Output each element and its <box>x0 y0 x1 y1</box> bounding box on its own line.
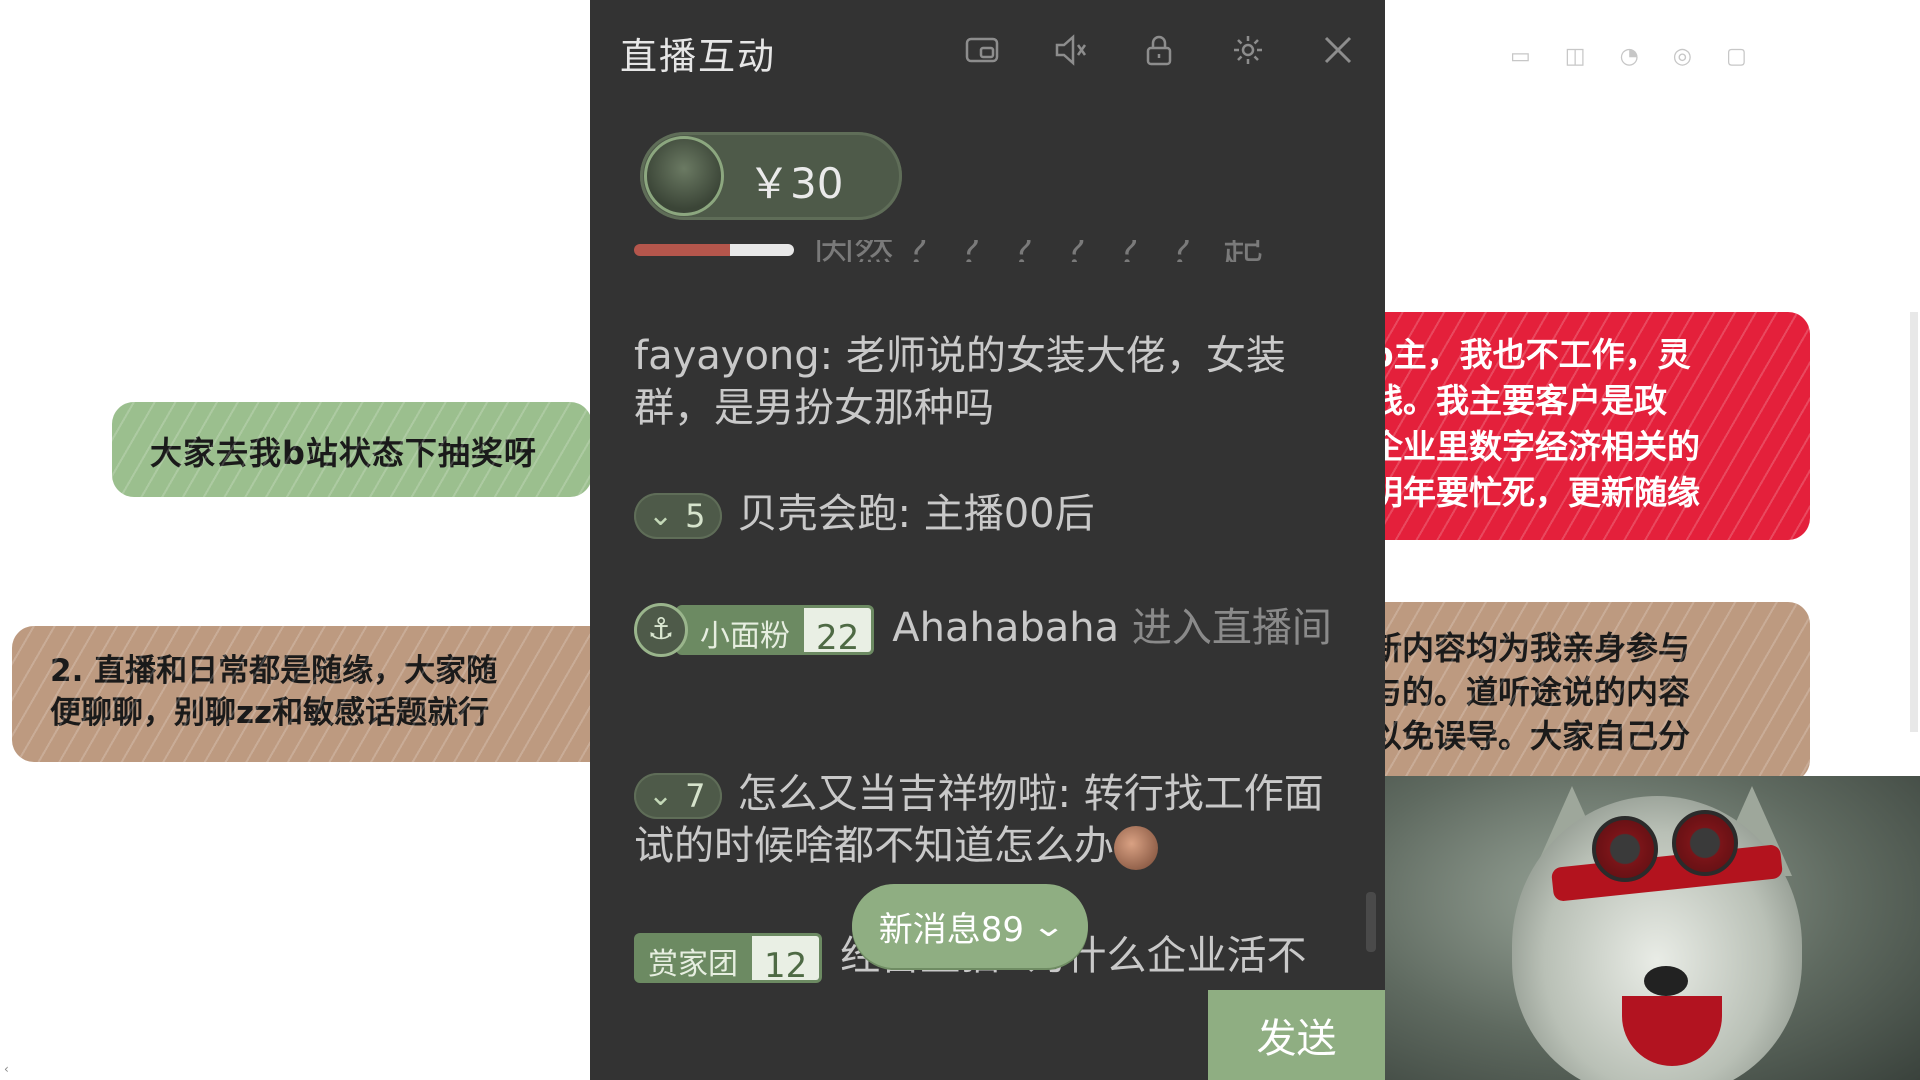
gear-icon[interactable] <box>1228 30 1268 70</box>
chat-username[interactable]: 贝壳会跑 <box>738 491 898 537</box>
chat-username[interactable]: fayayong <box>634 333 820 379</box>
close-icon[interactable] <box>1318 30 1358 70</box>
note-about: p主，我也不工作，灵 线。我主要客户是政 企业里数字经济相关的 明年要忙死，更新… <box>1360 312 1810 540</box>
note-giveaway-text: 大家去我b站状态下抽奖呀 <box>150 434 537 472</box>
note-giveaway: 大家去我b站状态下抽奖呀 <box>112 402 592 497</box>
new-messages-label: 新消息89 <box>878 909 1025 950</box>
chat-message: ⌄ 5 贝壳会跑: 主播00后 <box>634 488 1334 540</box>
pip-icon[interactable] <box>962 30 1002 70</box>
note-chat-rules: 2. 直播和日常都是随缘，大家随 便聊聊，别聊zz和敏感话题就行 <box>12 626 612 762</box>
chevron-down-icon: ⌄ <box>648 498 674 533</box>
note-disclaimer: 新内容均为我亲身参与 与的。道听途说的内容 以免误导。大家自己分 <box>1360 602 1810 782</box>
note-disclaimer-text: 新内容均为我亲身参与 与的。道听途说的内容 以免误导。大家自己分 <box>1370 629 1691 755</box>
user-icon: ◔ <box>1619 44 1639 69</box>
fan-medal-level: 22 <box>804 605 875 658</box>
faint-toolbar: ▭ ◫ ◔ ◎ ▢ <box>1510 44 1747 74</box>
gift-banner[interactable]: ￥30 <box>640 132 902 220</box>
chat-username[interactable]: Ahahabaha <box>892 605 1119 651</box>
minimize-icon: ▭ <box>1510 44 1531 69</box>
fan-medal-name: 赏家团 <box>634 933 752 983</box>
level-number: 5 <box>685 497 706 535</box>
chat-scrollbar[interactable] <box>1366 892 1376 952</box>
mask-nose <box>1644 966 1688 996</box>
chat-username[interactable]: 怎么又当吉祥物啦 <box>738 771 1058 817</box>
panel-title: 直播互动 <box>620 35 776 78</box>
note-about-text: p主，我也不工作，灵 线。我主要客户是政 企业里数字经济相关的 明年要忙死，更新… <box>1370 335 1700 512</box>
note-chat-rules-text: 2. 直播和日常都是随缘，大家随 便聊聊，别聊zz和敏感话题就行 <box>50 653 498 731</box>
webcam-overlay <box>1382 776 1920 1080</box>
mute-icon[interactable] <box>1051 30 1091 70</box>
anchor-icon: ⚓ <box>634 603 688 657</box>
level-badge: ⌄ 7 <box>634 773 722 819</box>
goggle-lens <box>1672 810 1738 876</box>
chat-separator: : <box>897 491 924 537</box>
chat-separator: : <box>1057 771 1084 817</box>
fan-medal-name: 小面粉 <box>676 605 804 655</box>
clipped-message-text: 因然 ？ ？ ？ ？ ？ ？ 起 已 无 吃 的 <box>814 240 1314 262</box>
emoji-icon <box>1114 826 1158 870</box>
settings-icon: ◎ <box>1672 44 1692 69</box>
chat-message: fayayong: 老师说的女装大佬，女装群，是男扮女那种吗 <box>634 330 1334 434</box>
medal-badge <box>634 244 794 256</box>
chat-separator: : <box>819 333 846 379</box>
live-interaction-panel: 直播互动 ￥30 因然 ？ ？ ？ ？ ？ ？ 起 已 无 吃 的 fayayo… <box>590 0 1385 1080</box>
avatar <box>644 136 724 216</box>
window-icon: ◫ <box>1564 44 1586 69</box>
clipped-message: 因然 ？ ？ ？ ？ ？ ？ 起 已 无 吃 的 <box>634 240 1314 262</box>
chevron-down-icon: ⌄ <box>648 778 674 813</box>
left-arrow-icon: ‹ <box>4 1062 9 1076</box>
chat-text: 进入直播间 <box>1131 605 1332 651</box>
chat-message: ⚓ 小面粉 22 Ahahabaha 进入直播间 <box>634 602 1334 658</box>
pin-icon: ▢ <box>1726 44 1747 69</box>
fan-medal: 赏家团 12 <box>634 933 823 986</box>
gift-amount: ￥30 <box>748 159 844 208</box>
fan-medal-level: 12 <box>752 933 823 986</box>
level-number: 7 <box>685 777 706 815</box>
level-badge: ⌄ 5 <box>634 493 722 539</box>
goggle-lens <box>1592 816 1658 882</box>
new-messages-button[interactable]: 新消息89 ⌄ <box>852 884 1088 968</box>
fan-medal: ⚓ 小面粉 22 <box>634 603 875 658</box>
lock-icon[interactable] <box>1139 30 1179 70</box>
chat-message: ⌄ 7 怎么又当吉祥物啦: 转行找工作面试的时候啥都不知道怎么办 <box>634 768 1334 872</box>
chevron-down-icon: ⌄ <box>1031 908 1067 944</box>
edge-scrollbar <box>1910 312 1918 732</box>
chat-text: 主播00后 <box>923 491 1095 537</box>
send-button[interactable]: 发送 <box>1208 990 1385 1080</box>
